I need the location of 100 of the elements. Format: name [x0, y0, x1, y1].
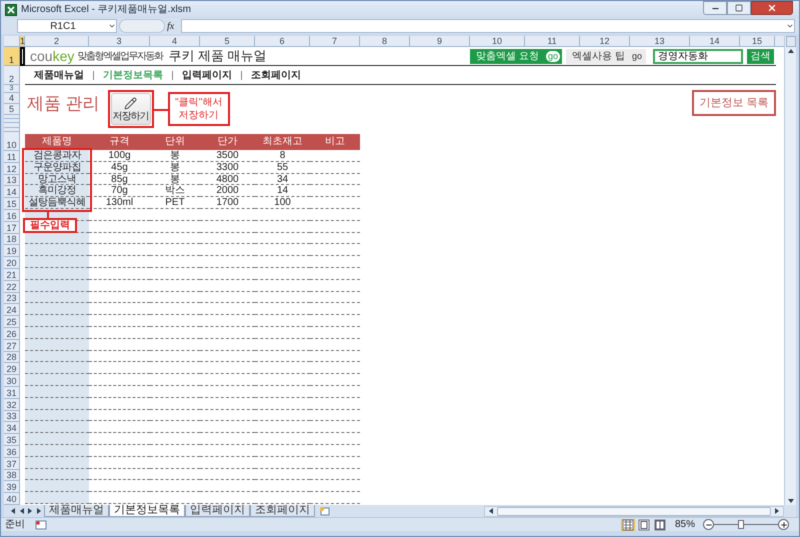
macro-record-icon[interactable] [35, 520, 47, 530]
sheet-tab[interactable]: 조회페이지 [250, 505, 315, 517]
column-header[interactable]: 13 [630, 36, 690, 47]
row-header[interactable]: 39 [4, 481, 20, 494]
row-header[interactable]: 4 [4, 93, 20, 104]
row-header[interactable]: 40 [4, 493, 20, 505]
scroll-right-icon[interactable] [773, 507, 781, 515]
row-header[interactable]: 23 [4, 292, 20, 304]
pencil-icon [124, 96, 138, 110]
column-header[interactable]: 9 [410, 36, 470, 47]
row-header[interactable]: 32 [4, 398, 20, 411]
callout-note: 필수입력 [23, 218, 77, 233]
status-text: 준비 [5, 518, 25, 532]
column-header[interactable]: 2 [25, 36, 89, 47]
column-header[interactable]: 11 [525, 36, 580, 47]
table-cell: 34 [255, 174, 310, 186]
formula-grip[interactable] [119, 19, 165, 33]
last-sheet-icon[interactable] [35, 507, 44, 515]
column-header[interactable]: 5 [200, 36, 255, 47]
column-header[interactable]: 4 [150, 36, 200, 47]
row-header[interactable]: 31 [4, 386, 20, 399]
column-header[interactable]: 10 [470, 36, 525, 47]
table-cell: 3300 [200, 162, 255, 174]
next-sheet-icon[interactable] [26, 507, 34, 515]
row-header[interactable]: 1 [4, 47, 20, 66]
view-icon [622, 518, 634, 530]
new-sheet-icon[interactable] [319, 506, 331, 516]
row-header[interactable]: 16 [4, 210, 20, 222]
row-header[interactable]: 36 [4, 446, 20, 458]
nav-link[interactable]: 조회페이지 [251, 68, 301, 82]
previous-sheet-icon[interactable] [18, 507, 26, 515]
row-header[interactable]: 10 [4, 135, 20, 151]
table-cell: 봉 [150, 174, 200, 186]
close-button[interactable] [751, 1, 793, 15]
nav-link[interactable]: 제품매뉴얼 [34, 68, 84, 82]
row-header[interactable]: 14 [4, 186, 20, 198]
table-cell: 봉 [150, 162, 200, 174]
row-header[interactable]: 11 [4, 151, 20, 163]
row-header[interactable]: 25 [4, 316, 20, 328]
column-header[interactable]: 3 [89, 36, 150, 47]
row-header[interactable]: 35 [4, 434, 20, 446]
view-button[interactable] [620, 518, 635, 530]
row-header[interactable]: 20 [4, 257, 20, 269]
row-header[interactable]: 29 [4, 363, 20, 376]
view-button[interactable] [652, 518, 667, 530]
row-header[interactable]: 33 [4, 410, 20, 422]
row-header[interactable]: 38 [4, 470, 20, 482]
column-header[interactable]: 15 [740, 36, 775, 47]
row-header[interactable]: 12 [4, 162, 20, 175]
nav-link[interactable]: 입력페이지 [182, 68, 232, 82]
column-header[interactable]: 7 [310, 36, 360, 47]
maximize-button[interactable] [727, 1, 751, 15]
vertical-scrollbar[interactable] [784, 36, 796, 505]
row-header[interactable]: 21 [4, 268, 20, 281]
zoom-level[interactable]: 85% [674, 517, 695, 532]
view-button[interactable] [636, 518, 651, 530]
formula-input[interactable] [181, 19, 795, 33]
link-button[interactable]: 엑셀사용 팁 go [566, 48, 646, 64]
column-header[interactable]: 6 [255, 36, 310, 47]
horizontal-scrollbar[interactable] [484, 506, 784, 516]
zoom-slider-thumb[interactable] [738, 520, 744, 529]
table-cell: 55 [255, 162, 310, 174]
row-header[interactable]: 5 [4, 104, 20, 115]
table-cell: 14 [255, 185, 310, 198]
row-header[interactable]: 17 [4, 222, 20, 234]
sheet-tab[interactable]: 제품매뉴얼 [44, 505, 109, 517]
zoom-out-button[interactable] [703, 519, 714, 530]
row-header[interactable]: 18 [4, 234, 20, 246]
column-header[interactable]: 14 [690, 36, 740, 47]
name-cell [25, 232, 89, 244]
scroll-up-icon[interactable] [786, 47, 794, 55]
column-header[interactable]: 8 [360, 36, 410, 47]
row-header[interactable]: 28 [4, 352, 20, 364]
zoom-slider[interactable] [714, 519, 778, 530]
zoom-in-button[interactable] [778, 519, 789, 530]
row-header[interactable]: 13 [4, 174, 20, 186]
row-header[interactable]: 19 [4, 245, 20, 258]
search-button[interactable]: 검색 [747, 48, 774, 64]
row-header[interactable]: 15 [4, 198, 20, 210]
row-header[interactable]: 37 [4, 458, 20, 470]
row-header[interactable]: 22 [4, 280, 20, 293]
name-cell [25, 410, 89, 422]
row-header[interactable]: 34 [4, 422, 20, 434]
row-header[interactable]: 24 [4, 304, 20, 316]
name-box[interactable]: R1C1 [17, 19, 117, 33]
column-header[interactable]: 12 [580, 36, 630, 47]
row-header[interactable]: 2 [4, 66, 20, 85]
first-sheet-icon[interactable] [8, 507, 17, 515]
row-header[interactable]: 27 [4, 340, 20, 352]
insert-function-button[interactable]: fx [167, 18, 181, 34]
sheet-tab[interactable]: 입력페이지 [185, 505, 250, 517]
link-button[interactable]: 맞춤엑셀 요청 go [470, 48, 562, 64]
save-button[interactable]: 저장하기 [110, 93, 151, 125]
row-header[interactable]: 30 [4, 375, 20, 387]
name-cell [25, 362, 89, 374]
scroll-left-icon[interactable] [487, 507, 495, 515]
name-cell [25, 444, 89, 457]
search-field[interactable]: 경영자동화 [653, 48, 743, 64]
sheet-tab[interactable]: 기본정보목록 [109, 505, 185, 517]
row-header[interactable]: 26 [4, 328, 20, 340]
